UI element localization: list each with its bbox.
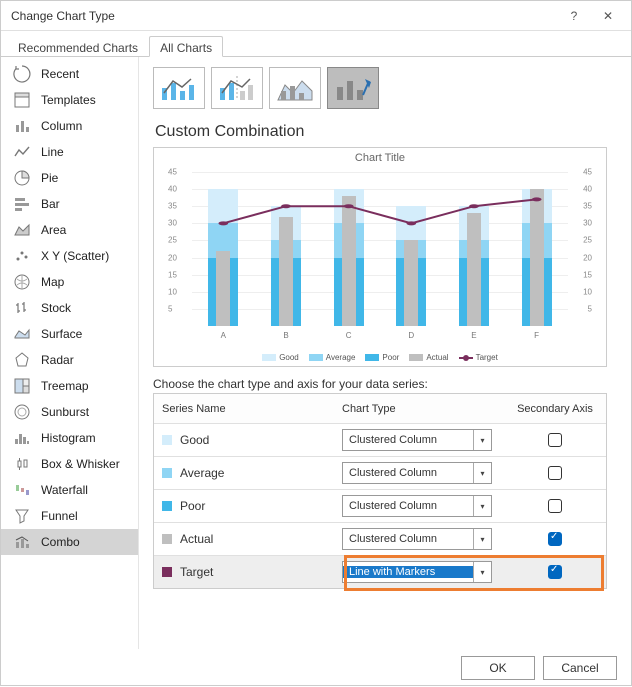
series-color-swatch: [162, 468, 172, 478]
bar-icon: [13, 195, 31, 213]
sidebar-item-column[interactable]: Column: [1, 113, 138, 139]
chart-type-dropdown[interactable]: Clustered Column▾: [342, 462, 492, 484]
combo-subtype-2[interactable]: [211, 67, 263, 109]
sidebar-item-scatter[interactable]: X Y (Scatter): [1, 243, 138, 269]
boxwhisker-icon: [13, 455, 31, 473]
chart-preview[interactable]: Chart Title 5510101515202025253030353540…: [153, 147, 607, 367]
secondary-axis-checkbox[interactable]: [548, 466, 562, 480]
combo-subtype-4-custom[interactable]: [327, 67, 379, 109]
sidebar-item-radar[interactable]: Radar: [1, 347, 138, 373]
line-icon: [13, 143, 31, 161]
surface-icon: [13, 325, 31, 343]
series-color-swatch: [162, 567, 172, 577]
series-color-swatch: [162, 534, 172, 544]
tab-bar: Recommended Charts All Charts: [1, 31, 631, 57]
help-icon[interactable]: ?: [559, 6, 589, 26]
series-color-swatch: [162, 501, 172, 511]
sidebar-item-treemap[interactable]: Treemap: [1, 373, 138, 399]
series-table: Series Name Chart Type Secondary Axis Go…: [153, 393, 607, 589]
templates-icon: [13, 91, 31, 109]
sidebar-item-surface[interactable]: Surface: [1, 321, 138, 347]
sunburst-icon: [13, 403, 31, 421]
column-icon: [13, 117, 31, 135]
sidebar-item-boxwhisker[interactable]: Box & Whisker: [1, 451, 138, 477]
series-name-label: Poor: [180, 499, 205, 513]
sidebar-item-bar[interactable]: Bar: [1, 191, 138, 217]
series-header-type: Chart Type: [342, 403, 512, 415]
scatter-icon: [13, 247, 31, 265]
series-row-target[interactable]: Target Line with Markers▾: [154, 556, 606, 588]
area-icon: [13, 221, 31, 239]
secondary-axis-checkbox[interactable]: [548, 433, 562, 447]
series-header-row: Series Name Chart Type Secondary Axis: [154, 394, 606, 424]
close-icon[interactable]: ✕: [593, 6, 623, 26]
recent-icon: [13, 65, 31, 83]
subtype-title: Custom Combination: [155, 123, 619, 141]
series-name-label: Target: [180, 565, 213, 579]
title-bar: Change Chart Type ? ✕: [1, 1, 631, 31]
series-name-label: Good: [180, 433, 209, 447]
chevron-down-icon[interactable]: ▾: [473, 562, 491, 582]
tab-recommended[interactable]: Recommended Charts: [7, 36, 149, 57]
stock-icon: [13, 299, 31, 317]
sidebar-item-histogram[interactable]: Histogram: [1, 425, 138, 451]
series-name-label: Average: [180, 466, 224, 480]
sidebar-item-templates[interactable]: Templates: [1, 87, 138, 113]
sidebar-item-funnel[interactable]: Funnel: [1, 503, 138, 529]
combo-subtype-3[interactable]: [269, 67, 321, 109]
chevron-down-icon[interactable]: ▾: [473, 430, 491, 450]
series-section-label: Choose the chart type and axis for your …: [153, 377, 619, 391]
secondary-axis-checkbox[interactable]: [548, 499, 562, 513]
cancel-button[interactable]: Cancel: [543, 656, 617, 680]
window-controls: ? ✕: [559, 6, 623, 26]
dialog-footer: OK Cancel: [1, 649, 631, 687]
series-row-actual[interactable]: Actual Clustered Column▾: [154, 523, 606, 556]
sidebar-item-sunburst[interactable]: Sunburst: [1, 399, 138, 425]
secondary-axis-checkbox[interactable]: [548, 532, 562, 546]
combo-subtype-1[interactable]: [153, 67, 205, 109]
map-icon: [13, 273, 31, 291]
series-row-poor[interactable]: Poor Clustered Column▾: [154, 490, 606, 523]
chevron-down-icon[interactable]: ▾: [473, 496, 491, 516]
series-name-label: Actual: [180, 532, 213, 546]
combo-icon: [13, 533, 31, 551]
series-row-average[interactable]: Average Clustered Column▾: [154, 457, 606, 490]
funnel-icon: [13, 507, 31, 525]
histogram-icon: [13, 429, 31, 447]
sidebar-item-waterfall[interactable]: Waterfall: [1, 477, 138, 503]
series-header-name: Series Name: [162, 403, 342, 415]
tab-all-charts[interactable]: All Charts: [149, 36, 223, 57]
window-title: Change Chart Type: [11, 9, 115, 23]
pie-icon: [13, 169, 31, 187]
chart-type-dropdown[interactable]: Line with Markers▾: [342, 561, 492, 583]
chart-type-dropdown[interactable]: Clustered Column▾: [342, 429, 492, 451]
secondary-axis-checkbox[interactable]: [548, 565, 562, 579]
series-row-good[interactable]: Good Clustered Column▾: [154, 424, 606, 457]
series-color-swatch: [162, 435, 172, 445]
preview-chart-title: Chart Title: [154, 148, 606, 164]
waterfall-icon: [13, 481, 31, 499]
chart-type-dropdown[interactable]: Clustered Column▾: [342, 528, 492, 550]
sidebar-item-stock[interactable]: Stock: [1, 295, 138, 321]
sidebar-item-area[interactable]: Area: [1, 217, 138, 243]
series-header-axis: Secondary Axis: [512, 403, 598, 415]
ok-button[interactable]: OK: [461, 656, 535, 680]
sidebar-item-line[interactable]: Line: [1, 139, 138, 165]
sidebar-item-map[interactable]: Map: [1, 269, 138, 295]
chart-type-dropdown[interactable]: Clustered Column▾: [342, 495, 492, 517]
sidebar-item-recent[interactable]: Recent: [1, 61, 138, 87]
combo-subtype-row: [153, 67, 619, 109]
chart-type-sidebar: Recent Templates Column Line Pie Bar Are…: [1, 57, 139, 649]
sidebar-item-pie[interactable]: Pie: [1, 165, 138, 191]
chevron-down-icon[interactable]: ▾: [473, 529, 491, 549]
sidebar-item-combo[interactable]: Combo: [1, 529, 138, 555]
chevron-down-icon[interactable]: ▾: [473, 463, 491, 483]
treemap-icon: [13, 377, 31, 395]
radar-icon: [13, 351, 31, 369]
